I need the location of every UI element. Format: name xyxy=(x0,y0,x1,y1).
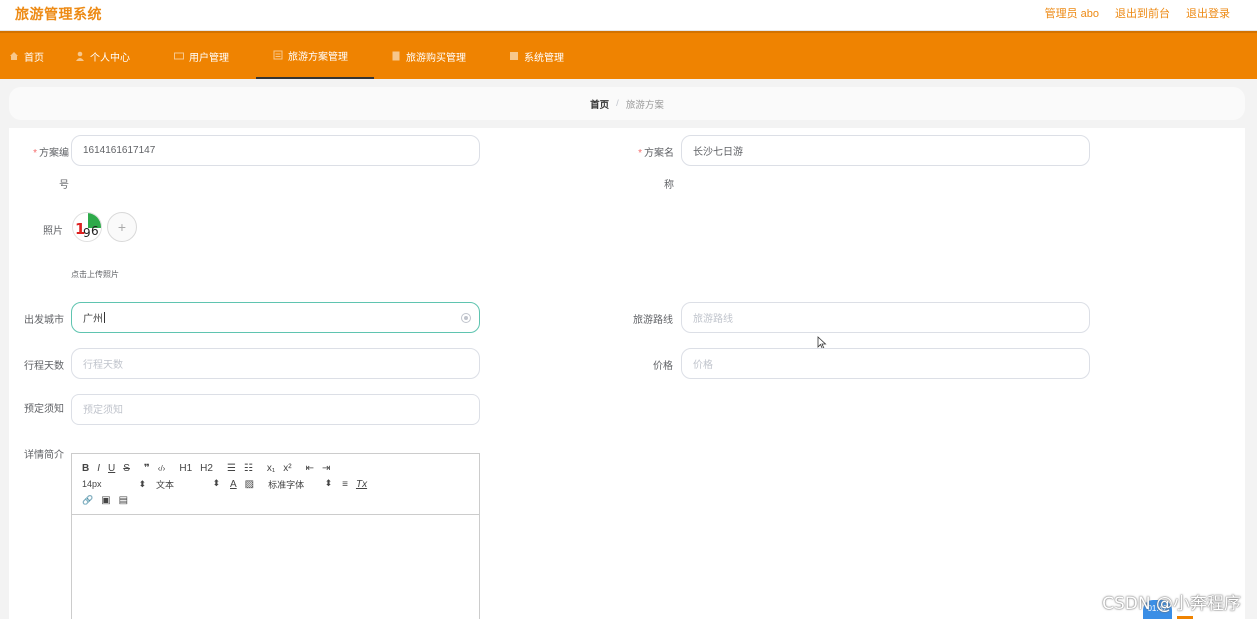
upload-add-button[interactable]: + xyxy=(107,212,137,242)
header1-button[interactable]: H1 xyxy=(179,463,192,474)
toolbar-row: 🔗 ▣ ▤ xyxy=(82,492,469,508)
video-button[interactable]: ▤ xyxy=(119,495,128,506)
city-input[interactable]: 广州 xyxy=(71,302,480,333)
plan-name-label-wrap: 称 xyxy=(664,180,674,191)
card-icon xyxy=(174,52,184,60)
doc-icon xyxy=(392,51,400,61)
ordered-list-button[interactable]: ☰ xyxy=(227,463,236,474)
price-label: 价格 xyxy=(653,361,673,372)
editor-content-area[interactable] xyxy=(72,515,479,619)
photo-image: 1 9 6 xyxy=(73,213,101,241)
outdent-button[interactable]: ⇤ xyxy=(306,463,314,474)
nav-label: 个人中心 xyxy=(90,52,130,64)
notice-textarea[interactable]: 预定须知 xyxy=(71,394,480,425)
home-icon xyxy=(10,52,18,60)
toolbar-row: B I U S ❞ ‹/› H1 H2 ☰ ☷ x₁ x² ⇤ ⇥ xyxy=(82,460,469,476)
nav-item-profile[interactable]: 个人中心 xyxy=(75,33,130,79)
breadcrumb-home[interactable]: 首页 xyxy=(590,97,609,111)
nav-item-system[interactable]: 系统管理 xyxy=(509,33,564,79)
city-label: 出发城市 xyxy=(24,315,64,326)
rich-text-editor: B I U S ❞ ‹/› H1 H2 ☰ ☷ x₁ x² ⇤ ⇥ 14px ⬍ … xyxy=(71,453,480,619)
app-title: 旅游管理系统 xyxy=(15,6,102,22)
top-header: 旅游管理系统 管理员 abo 退出到前台 退出登录 xyxy=(0,0,1257,31)
nav-item-plans[interactable]: 旅游方案管理 xyxy=(256,33,374,79)
nav-label: 旅游购买管理 xyxy=(406,52,466,64)
admin-user-link[interactable]: 管理员 abo xyxy=(1045,5,1099,21)
nav-item-users[interactable]: 用户管理 xyxy=(174,33,229,79)
logout-link[interactable]: 退出登录 xyxy=(1186,5,1230,21)
subscript-button[interactable]: x₁ xyxy=(267,463,275,474)
upload-hint: 点击上传照片 xyxy=(71,270,119,279)
underline-button[interactable]: U xyxy=(108,463,115,474)
gear-icon xyxy=(510,52,518,60)
superscript-button[interactable]: x² xyxy=(283,463,291,474)
plan-name-input[interactable]: 长沙七日游 xyxy=(681,135,1090,166)
nav-label: 用户管理 xyxy=(189,52,229,64)
strike-button[interactable]: S xyxy=(123,463,130,474)
align-button[interactable]: ≡ xyxy=(342,479,348,490)
breadcrumb-current: 旅游方案 xyxy=(625,99,664,111)
indent-button[interactable]: ⇥ xyxy=(322,463,330,474)
italic-button[interactable]: I xyxy=(97,463,100,474)
code-block-button[interactable]: ‹/› xyxy=(158,464,166,473)
form-panel: * 方案编 号 1614161617147 * 方案名 称 长沙七日游 照片 1 9… xyxy=(9,128,1245,619)
plan-name-label: * 方案名 xyxy=(638,148,674,159)
toolbar-row: 14px ⬍ 文本 ⬍ A ▨ 标准字体 ⬍ ≡ Tx xyxy=(82,476,469,492)
clean-format-button[interactable]: Tx xyxy=(356,479,367,490)
nav-label: 系统管理 xyxy=(524,52,564,64)
watermark: CSDN @小奔程序 xyxy=(1102,594,1241,614)
editor-toolbar: B I U S ❞ ‹/› H1 H2 ☰ ☷ x₁ x² ⇤ ⇥ 14px ⬍ … xyxy=(72,454,479,515)
bold-button[interactable]: B xyxy=(82,463,89,474)
photo-label: 照片 xyxy=(43,226,63,237)
text-caret xyxy=(104,312,105,323)
header2-button[interactable]: H2 xyxy=(200,463,213,474)
nav-item-home[interactable]: 首页 xyxy=(9,33,44,79)
user-icon xyxy=(76,51,84,61)
route-input[interactable]: 旅游路线 xyxy=(681,302,1090,333)
top-links: 管理员 abo 退出到前台 退出登录 xyxy=(1045,5,1230,21)
notice-label: 预定须知 xyxy=(24,404,64,415)
nav-label: 首页 xyxy=(24,52,44,64)
link-button[interactable]: 🔗 xyxy=(82,495,93,506)
days-label: 行程天数 xyxy=(24,361,64,372)
photo-thumbnail[interactable]: 1 9 6 xyxy=(72,212,102,242)
clear-icon[interactable] xyxy=(461,313,471,323)
breadcrumb-separator: / xyxy=(616,98,619,109)
select-arrow-icon: ⬍ xyxy=(212,477,220,488)
blockquote-button[interactable]: ❞ xyxy=(144,463,150,474)
route-label: 旅游路线 xyxy=(633,315,673,326)
breadcrumb: 首页 / 旅游方案 xyxy=(9,87,1245,120)
bullet-list-button[interactable]: ☷ xyxy=(244,463,253,474)
image-button[interactable]: ▣ xyxy=(101,495,110,506)
text-color-button[interactable]: A xyxy=(230,479,237,490)
detail-label: 详情简介 xyxy=(24,450,64,461)
background-color-button[interactable]: ▨ xyxy=(245,479,254,490)
select-arrow-icon: ⬍ xyxy=(324,477,333,488)
plan-no-label-wrap: 号 xyxy=(59,180,69,191)
plan-no-input[interactable]: 1614161617147 xyxy=(71,135,480,166)
list-icon xyxy=(273,50,283,60)
font-size-select[interactable]: 14px ⬍ xyxy=(82,479,146,490)
select-arrow-icon: ⬍ xyxy=(138,478,146,489)
nav-label: 旅游方案管理 xyxy=(288,51,348,63)
days-input[interactable]: 行程天数 xyxy=(71,348,480,379)
price-input[interactable]: 价格 xyxy=(681,348,1090,379)
nav-item-purchases[interactable]: 旅游购买管理 xyxy=(391,33,466,79)
main-nav: 首页 个人中心 用户管理 旅游方案管理 旅游购买管理 系统管理 xyxy=(0,31,1257,79)
header-select[interactable]: 文本 ⬍ xyxy=(156,478,220,491)
font-family-select[interactable]: 标准字体 ⬍ xyxy=(268,478,332,491)
city-value: 广州 xyxy=(83,314,103,325)
plan-no-label: * 方案编 xyxy=(33,148,69,159)
svg-text:9: 9 xyxy=(83,226,91,240)
svg-text:6: 6 xyxy=(91,224,99,238)
exit-to-front-link[interactable]: 退出到前台 xyxy=(1115,5,1170,21)
